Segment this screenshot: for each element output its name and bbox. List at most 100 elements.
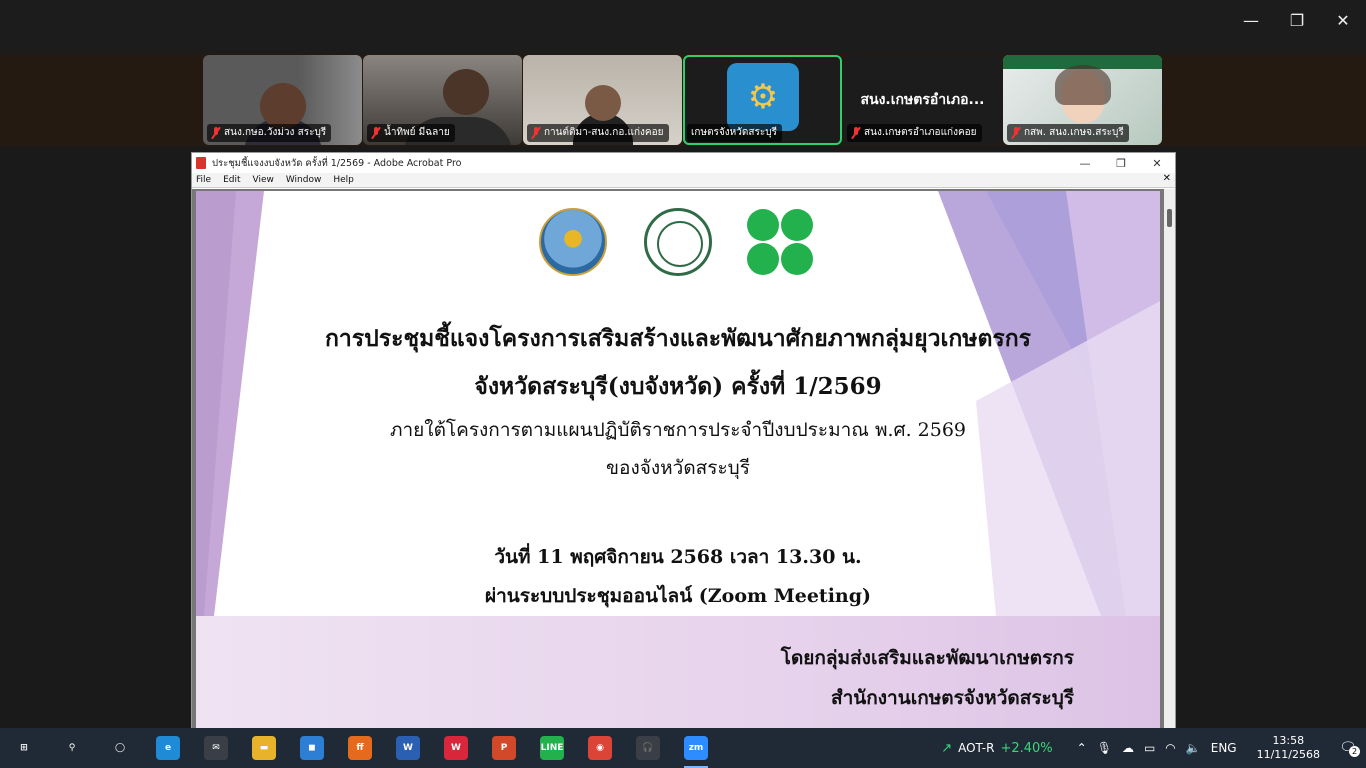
slide-subtitle-line-2: ของจังหวัดสระบุรี <box>606 457 750 479</box>
pdf-icon <box>196 157 206 169</box>
province-seal-logo <box>539 208 607 276</box>
slide-date-time: วันที่ 11 พฤศจิกายน 2568 เวลา 13.30 น. <box>494 546 862 568</box>
minimize-button[interactable]: — <box>1067 157 1103 170</box>
battery-icon[interactable]: ▭ <box>1144 741 1155 755</box>
mic-muted-icon <box>531 127 541 139</box>
language-indicator[interactable]: ENG <box>1211 741 1237 755</box>
participant-name-tag: สนง.เกษตรอำเภอแก่งคอย <box>847 124 982 142</box>
taskbar-wps-button[interactable]: W <box>432 728 480 768</box>
wps-icon: W <box>444 736 468 760</box>
participant-name-tag: กานต์ติมา-สนง.กอ.แก่งคอย <box>527 124 669 142</box>
notification-center-icon[interactable]: 🗨 2 <box>1330 740 1366 757</box>
taskbar-word-button[interactable]: W <box>384 728 432 768</box>
participant-gallery: สนง.กษอ.วังม่วง สระบุรี น้ำทิพย์ มีฉลาย … <box>203 55 1162 145</box>
slide-organizer-office: สำนักงานเกษตรจังหวัดสระบุรี <box>831 687 1074 709</box>
slide-organizer-group: โดยกลุ่มส่งเสริมและพัฒนาเกษตรกร <box>780 647 1074 669</box>
presentation-slide: การประชุมชี้แจงโครงการเสริมสร้างและพัฒนา… <box>196 191 1160 728</box>
acrobat-title-bar: ประชุมชี้แจงงบจังหวัด ครั้งที่ 1/2569 - … <box>192 153 1175 173</box>
participant-tile[interactable]: น้ำทิพย์ มีฉลาย <box>363 55 522 145</box>
volume-icon[interactable]: 🔈 <box>1186 741 1201 755</box>
windows-taskbar: ⊞ ⚲ ◯ e ✉ ▬ ◼ ff W W P LINE ◉ 🎧 zm ↗ AOT-R +2.40% ⌃ 🎙 … <box>0 728 1366 768</box>
menu-file[interactable]: File <box>196 175 211 185</box>
wifi-icon[interactable]: ◠ <box>1165 741 1175 755</box>
vertical-scrollbar[interactable] <box>1164 189 1175 728</box>
search-icon: ⚲ <box>60 736 84 760</box>
four-h-clover-logo <box>746 208 814 276</box>
line-icon: LINE <box>540 736 564 760</box>
stock-widget[interactable]: ↗ AOT-R +2.40% <box>927 741 1066 756</box>
headset-icon: 🎧 <box>636 736 660 760</box>
minimize-button[interactable]: — <box>1228 0 1274 40</box>
stock-change: +2.40% <box>1000 740 1053 756</box>
taskbar-start-button[interactable]: ⊞ <box>0 728 48 768</box>
acrobat-menu-bar: File Edit View Window Help ✕ <box>192 173 1175 188</box>
close-button[interactable]: ✕ <box>1139 157 1175 170</box>
taskbar-headset-button[interactable]: 🎧 <box>624 728 672 768</box>
participant-tile-active-speaker[interactable]: ⚙ เกษตรจังหวัดสระบุรี <box>683 55 842 145</box>
mic-muted-icon <box>1011 127 1021 139</box>
zoom-icon: zm <box>684 736 708 760</box>
restore-button[interactable]: ❐ <box>1103 157 1139 170</box>
participant-tile[interactable]: สนง.กษอ.วังม่วง สระบุรี <box>203 55 362 145</box>
microphone-icon[interactable]: 🎙 <box>1097 741 1112 755</box>
close-button[interactable]: ✕ <box>1320 0 1366 40</box>
file-explorer-icon: ▬ <box>252 736 276 760</box>
mic-muted-icon <box>211 127 221 139</box>
taskbar-line-button[interactable]: LINE <box>528 728 576 768</box>
mic-muted-icon <box>851 127 861 139</box>
word-icon: W <box>396 736 420 760</box>
slide-title-line-1: การประชุมชี้แจงโครงการเสริมสร้างและพัฒนา… <box>324 325 1032 352</box>
participant-tile[interactable]: กานต์ติมา-สนง.กอ.แก่งคอย <box>523 55 682 145</box>
taskbar-firefox-button[interactable]: ff <box>336 728 384 768</box>
participant-name-tag: เกษตรจังหวัดสระบุรี <box>687 124 782 142</box>
firefox-icon: ff <box>348 736 372 760</box>
participant-tile[interactable]: กสพ. สนง.เกษจ.สระบุรี <box>1003 55 1162 145</box>
clock-date: 11/11/2568 <box>1256 748 1320 761</box>
participant-face <box>584 85 621 121</box>
participant-name-tag: น้ำทิพย์ มีฉลาย <box>367 124 455 142</box>
mic-muted-icon <box>371 127 381 139</box>
participant-big-name: สนง.เกษตรอำเภอ... <box>860 92 985 108</box>
edge-icon: e <box>156 736 180 760</box>
avatar-hair <box>1054 65 1111 105</box>
menu-edit[interactable]: Edit <box>223 175 240 185</box>
participant-face <box>443 69 490 115</box>
tray-icons: ⌃ 🎙 ☁ ▭ ◠ 🔈 ENG <box>1067 741 1247 755</box>
participant-face <box>259 83 306 129</box>
agriculture-department-logo <box>644 208 712 276</box>
chrome-icon: ◉ <box>588 736 612 760</box>
taskbar-powerpoint-button[interactable]: P <box>480 728 528 768</box>
taskbar-file-explorer-button[interactable]: ▬ <box>240 728 288 768</box>
slide-title-line-2: จังหวัดสระบุรี(งบจังหวัด) ครั้งที่ 1/256… <box>474 373 882 400</box>
participant-name-tag: สนง.กษอ.วังม่วง สระบุรี <box>207 124 332 142</box>
restore-button[interactable]: ❐ <box>1274 0 1320 40</box>
taskbar-zoom-button[interactable]: zm <box>672 728 720 768</box>
taskbar-edge-button[interactable]: e <box>144 728 192 768</box>
task-view-icon: ◯ <box>108 736 132 760</box>
start-icon: ⊞ <box>12 736 36 760</box>
store-icon: ◼ <box>300 736 324 760</box>
taskbar-mail-button[interactable]: ✉ <box>192 728 240 768</box>
system-tray: ↗ AOT-R +2.40% ⌃ 🎙 ☁ ▭ ◠ 🔈 ENG 13:58 11/… <box>927 728 1366 768</box>
slide-subtitle-line-1: ภายใต้โครงการตามแผนปฏิบัติราชการประจำปีง… <box>389 419 967 441</box>
taskbar-store-button[interactable]: ◼ <box>288 728 336 768</box>
chevron-up-icon[interactable]: ⌃ <box>1077 741 1087 755</box>
menu-window[interactable]: Window <box>286 175 322 185</box>
clock[interactable]: 13:58 11/11/2568 <box>1247 734 1330 762</box>
menu-view[interactable]: View <box>253 175 274 185</box>
trend-up-icon: ↗ <box>941 740 953 756</box>
powerpoint-icon: P <box>492 736 516 760</box>
document-view[interactable]: การประชุมชี้แจงโครงการเสริมสร้างและพัฒนา… <box>192 189 1175 728</box>
taskbar-chrome-button[interactable]: ◉ <box>576 728 624 768</box>
zoom-window-controls: — ❐ ✕ <box>1228 0 1366 40</box>
acrobat-title: ประชุมชี้แจงงบจังหวัด ครั้งที่ 1/2569 - … <box>212 157 462 169</box>
cloud-icon[interactable]: ☁ <box>1122 741 1134 755</box>
close-document-icon[interactable]: ✕ <box>1163 173 1171 184</box>
notification-count: 2 <box>1349 746 1360 757</box>
menu-help[interactable]: Help <box>333 175 354 185</box>
taskbar-apps: ⊞ ⚲ ◯ e ✉ ▬ ◼ ff W W P LINE ◉ 🎧 zm <box>0 728 720 768</box>
taskbar-search-button[interactable]: ⚲ <box>48 728 96 768</box>
participant-tile[interactable]: สนง.เกษตรอำเภอ... สนง.เกษตรอำเภอแก่งคอย <box>843 55 1002 145</box>
taskbar-task-view-button[interactable]: ◯ <box>96 728 144 768</box>
scrollbar-thumb[interactable] <box>1167 209 1172 227</box>
